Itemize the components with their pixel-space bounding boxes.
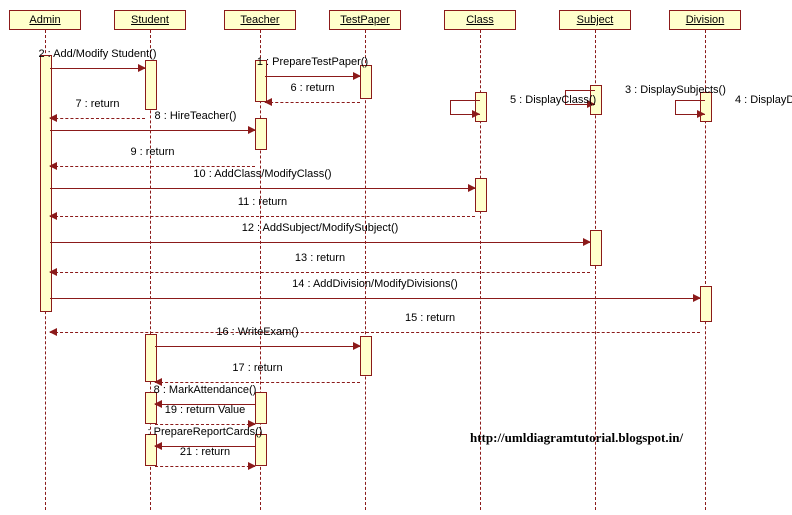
message-label: 4 : DisplayDivision() [735, 94, 792, 106]
message-m4: 4 : DisplayDivision() [675, 100, 705, 114]
message-m14: 14 : AddDivision/ModifyDivisions() [45, 292, 705, 306]
message-label: 19 : return Value [165, 404, 246, 416]
message-label: 13 : return [295, 252, 345, 264]
lifeline-header-subject: Subject [559, 10, 631, 30]
lifeline-header-admin: Admin [9, 10, 81, 30]
message-m5: 5 : DisplayClass() [450, 100, 480, 114]
message-label: 16 : WriteExam() [216, 326, 298, 338]
message-m21: 21 : return [150, 460, 260, 474]
message-label: 2 : Add/Modify Student() [38, 48, 156, 60]
message-label: 9 : return [130, 146, 174, 158]
message-label: 3 : DisplaySubjects() [625, 84, 726, 96]
message-m6: 6 : return [260, 96, 365, 110]
message-label: : PrepareReportCards() [148, 426, 263, 438]
lifeline-header-division: Division [669, 10, 741, 30]
message-label: 6 : return [290, 82, 334, 94]
message-label: 15 : return [405, 312, 455, 324]
message-m15: 15 : return [45, 326, 705, 340]
footer-link: http://umldiagramtutorial.blogspot.in/ [470, 430, 683, 446]
message-label: 12 : AddSubject/ModifySubject() [242, 222, 399, 234]
message-m12: 12 : AddSubject/ModifySubject() [45, 236, 595, 250]
message-m16: 16 : WriteExam() [150, 340, 365, 354]
message-label: 10 : AddClass/ModifyClass() [193, 168, 331, 180]
lifeline-header-teacher: Teacher [224, 10, 296, 30]
message-label: 21 : return [180, 446, 230, 458]
message-label: 17 : return [232, 362, 282, 374]
message-label: 7 : return [75, 98, 119, 110]
message-label: 5 : DisplayClass() [510, 94, 596, 106]
message-label: 8 : HireTeacher() [155, 110, 237, 122]
message-m8: 8 : HireTeacher() [45, 124, 260, 138]
message-m10: 10 : AddClass/ModifyClass() [45, 182, 480, 196]
message-m2: 2 : Add/Modify Student() [45, 62, 150, 76]
lifeline-header-student: Student [114, 10, 186, 30]
message-label: 14 : AddDivision/ModifyDivisions() [292, 278, 458, 290]
message-label: 11 : return [238, 196, 287, 208]
lifeline-header-testpaper: TestPaper [329, 10, 401, 30]
lifeline-header-class: Class [444, 10, 516, 30]
message-label: 1 : PrepareTestPaper() [257, 56, 368, 68]
message-label: 8 : MarkAttendance() [154, 384, 257, 396]
